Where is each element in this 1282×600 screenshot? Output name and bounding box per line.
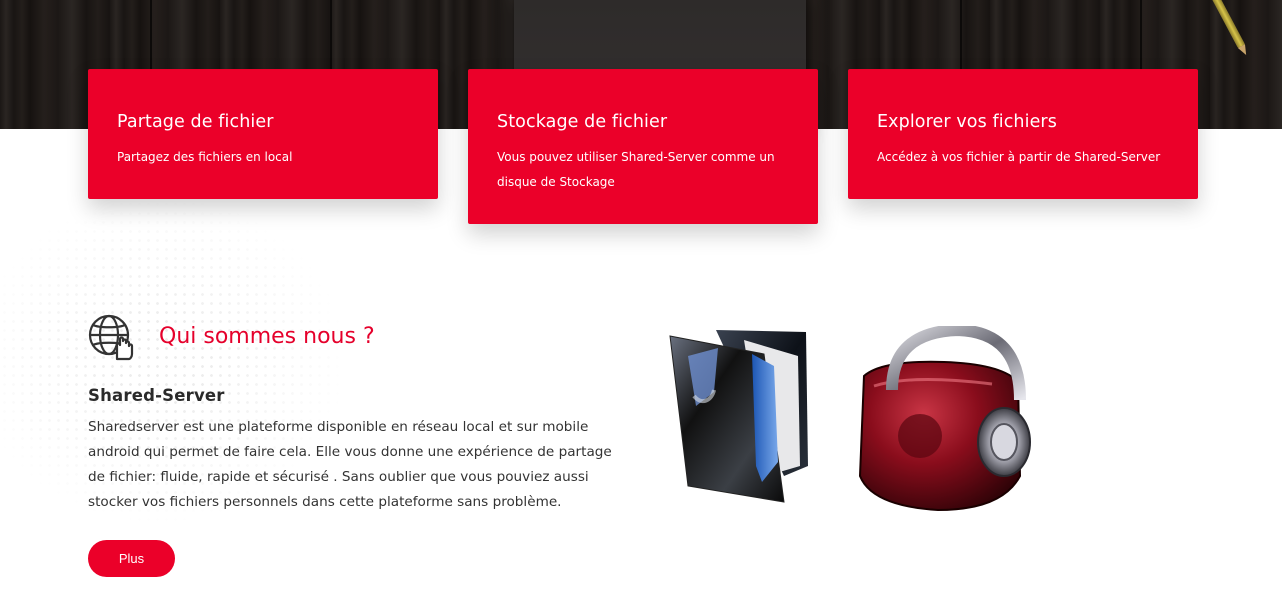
card-text: Partagez des fichiers en local	[117, 150, 293, 164]
headphones-bag-icon	[852, 323, 1040, 514]
about-description: Sharedserver est une plateforme disponib…	[88, 419, 612, 510]
feature-card-explorer: Explorer vos fichiers Accédez à vos fich…	[848, 69, 1198, 199]
card-text: Vous pouvez utiliser Shared-Server comme…	[497, 150, 775, 189]
globe-hand-icon	[87, 313, 141, 361]
more-button[interactable]: Plus	[88, 540, 175, 577]
card-title: Explorer vos fichiers	[877, 112, 1057, 132]
feature-card-stockage: Stockage de fichier Vous pouvez utiliser…	[468, 69, 818, 224]
folder-icon	[666, 326, 832, 510]
card-title: Stockage de fichier	[497, 112, 668, 132]
about-title: Qui sommes nous ?	[159, 324, 375, 349]
feature-card-partage: Partage de fichier Partagez des fichiers…	[88, 69, 438, 199]
card-text: Accédez à vos fichier à partir de Shared…	[877, 150, 1161, 164]
about-subtitle: Shared-Server	[88, 386, 225, 405]
pencil-image	[1206, 0, 1245, 49]
card-title: Partage de fichier	[117, 112, 274, 132]
